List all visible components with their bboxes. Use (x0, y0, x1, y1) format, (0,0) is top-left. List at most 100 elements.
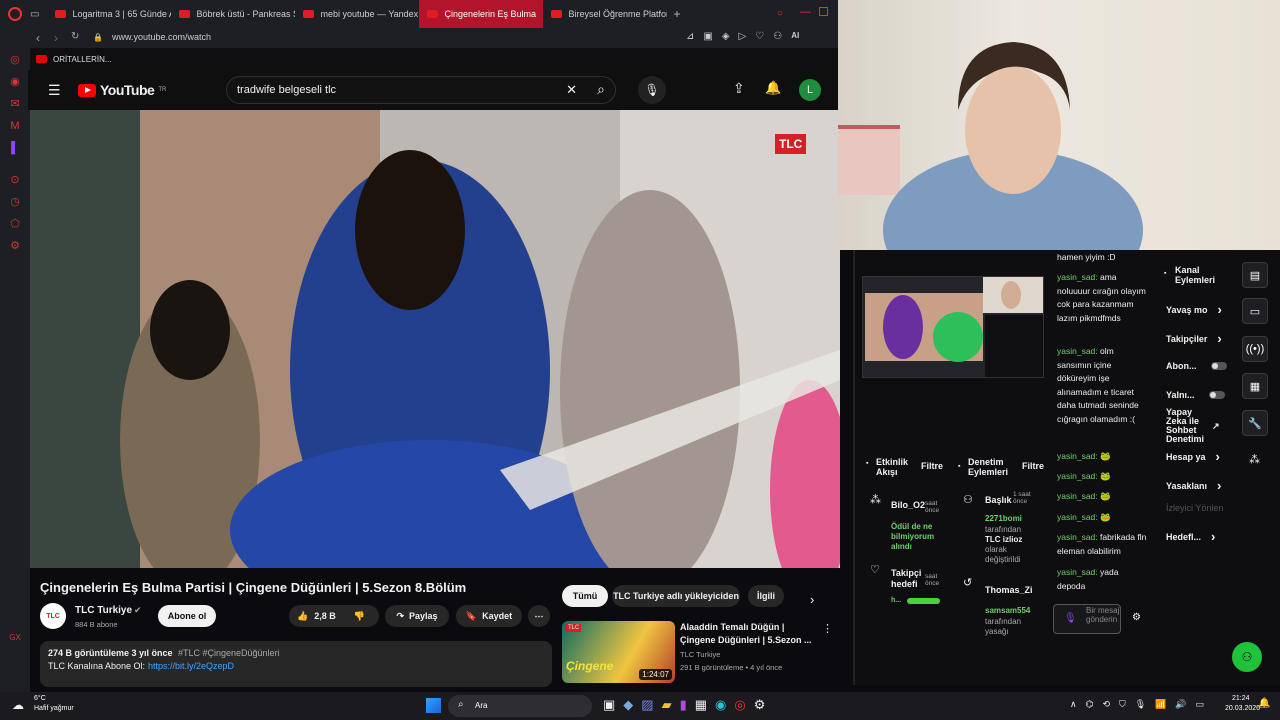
recommended-menu-icon[interactable]: ⋮ (822, 622, 833, 635)
maximize-icon[interactable] (819, 7, 828, 16)
channel-logo[interactable]: TLC (40, 603, 66, 629)
chat-username[interactable]: yasin_sad: (1057, 567, 1098, 577)
sidebar-whatsapp-icon[interactable]: ✉ (10, 98, 19, 110)
new-tab-button[interactable]: + (673, 7, 680, 21)
browser-tab[interactable]: Çingenelerin Eş Bulma (419, 0, 544, 28)
reload-icon[interactable]: ↻ (71, 31, 79, 42)
clock-time[interactable]: 21:24 (1232, 695, 1250, 702)
notes-icon[interactable]: ▤ (1242, 262, 1268, 288)
chat-username[interactable]: yasin_sad: (1057, 346, 1098, 356)
channel-action-item[interactable]: Hesap ya › (1166, 449, 1220, 464)
tab-list-icon[interactable]: ▭ (30, 9, 39, 20)
upload-icon[interactable]: ⇪ (733, 80, 745, 97)
video-player[interactable]: TLC (30, 110, 840, 568)
media-icon[interactable]: ▷ (739, 31, 747, 42)
channel-action-item[interactable]: Hedefl... › (1166, 529, 1215, 544)
chips-next-icon[interactable]: › (810, 592, 814, 607)
opera-gx-icon[interactable]: ◎ (734, 697, 745, 713)
clock-date[interactable]: 20.03.2026 (1225, 705, 1260, 712)
browser-tab[interactable]: Bireysel Öğrenme Platform (543, 0, 667, 28)
toggle-switch[interactable] (1208, 391, 1225, 399)
weather-icon[interactable]: ☁ (12, 698, 24, 712)
sidebar-more-icon[interactable]: GX (9, 632, 21, 644)
sidebar-settings-icon[interactable]: ⚙ (10, 240, 20, 252)
channel-action-item[interactable]: Takipçiler › (1166, 331, 1222, 346)
recommended-title-line2[interactable]: Çingene Düğünleri | 5.Sezon ... (680, 635, 812, 645)
sidebar-pin-icon[interactable]: ⬠ (10, 218, 20, 230)
copilot-icon[interactable]: ◆ (623, 697, 633, 713)
chat-mic-icon[interactable]: 🎙 (1064, 613, 1077, 624)
edge-icon[interactable]: ◉ (715, 697, 726, 713)
wifi-icon[interactable]: 📶 (1155, 699, 1166, 710)
share-button[interactable]: ↷ Paylaş (385, 605, 449, 627)
volume-icon[interactable]: 🔊 (1175, 699, 1186, 710)
back-icon[interactable]: ‹ (36, 31, 40, 45)
sidebar-mail-icon[interactable]: M (10, 120, 19, 132)
toggle-switch[interactable] (1210, 362, 1227, 370)
layout-icon[interactable]: ▦ (1242, 373, 1268, 399)
sidebar-history-icon[interactable]: ◷ (10, 196, 20, 208)
pin-icon[interactable]: ⊿ (686, 31, 694, 42)
browser-tab[interactable]: Logaritma 3 | 65 Günde A (47, 0, 171, 28)
browser-tab[interactable]: Böbrek üstü - Pankreas S (171, 0, 295, 28)
account-icon[interactable]: ⚇ (773, 31, 782, 42)
sidebar-twitch-icon[interactable]: ▌ (11, 142, 19, 154)
search-tabs-icon[interactable]: ○ (777, 8, 783, 19)
description-link[interactable]: https://bit.ly/2eQzepD (148, 661, 234, 671)
filter-chip[interactable]: İlgili (748, 585, 784, 607)
hashtags[interactable]: #TLC #ÇingeneDüğünleri (178, 648, 280, 658)
chat-settings-icon[interactable]: ⚙ (1132, 612, 1141, 623)
more-actions-button[interactable]: ⋯ (528, 605, 550, 627)
taskbar-search[interactable]: ⌕ Ara (448, 695, 592, 717)
browser-tab[interactable]: mebi youtube — Yandex (295, 0, 419, 28)
sidebar-telegram-icon[interactable]: ◉ (10, 76, 20, 88)
search-input[interactable]: tradwife belgeseli tlc ✕ ⌕ (226, 76, 616, 104)
channel-action-item[interactable]: Abon... (1166, 361, 1227, 371)
recommended-thumbnail[interactable]: TLC Çingene 1:24:07 (562, 621, 675, 683)
screenshot-icon[interactable]: ▣ (703, 31, 712, 42)
teams-icon[interactable]: ▨ (641, 697, 653, 713)
youtube-bookmark-icon[interactable] (36, 55, 47, 63)
chat-username[interactable]: yasin_sad: (1057, 512, 1098, 522)
chat-username[interactable]: yasin_sad: (1057, 272, 1098, 282)
notification-icon[interactable]: 🔔 (1258, 698, 1270, 709)
chat-username[interactable]: yasin_sad: (1057, 491, 1098, 501)
wrench-icon[interactable]: 🔧 (1242, 410, 1268, 436)
tray-expand-icon[interactable]: ∧ (1070, 699, 1077, 710)
url-field[interactable]: www.youtube.com/watch (112, 32, 211, 42)
channel-action-item[interactable]: Yavaş mo › (1166, 302, 1222, 317)
tray-shield-icon[interactable]: ⛉ (1119, 699, 1126, 710)
dislike-icon[interactable]: 👎 (354, 611, 365, 622)
activity-filter[interactable]: Filtre (921, 461, 943, 471)
search-icon[interactable]: ⌕ (597, 81, 605, 98)
youtube-logo[interactable]: YouTube TR (78, 82, 166, 98)
explorer-icon[interactable]: ▰ (662, 697, 672, 713)
chat-username[interactable]: yasin_sad: (1057, 532, 1098, 542)
mic-icon[interactable]: 🎙 (638, 76, 666, 104)
like-button[interactable]: 👍 2,8 B 👎 (289, 605, 379, 627)
notifications-icon[interactable]: 🔔 (765, 80, 781, 96)
channel-name[interactable]: TLC Turkiye (75, 605, 132, 616)
heart-icon[interactable]: ♡ (755, 31, 764, 42)
chat-icon[interactable]: ▭ (1242, 298, 1268, 324)
clear-search-icon[interactable]: ✕ (566, 82, 577, 98)
shield-icon[interactable]: ◈ (722, 31, 730, 42)
subscribe-button[interactable]: Abone ol (158, 605, 216, 627)
ai-button[interactable]: AI (791, 31, 799, 42)
tray-sync-icon[interactable]: ⟲ (1102, 699, 1110, 710)
save-button[interactable]: 🔖 Kaydet (456, 605, 522, 627)
channel-action-item[interactable]: Yasaklanı › (1166, 478, 1221, 493)
channel-action-item[interactable]: Yalnı... (1166, 390, 1225, 400)
sidebar-messenger-icon[interactable]: ◎ (10, 54, 20, 66)
extensions-icon[interactable]: ⁂ (1249, 453, 1260, 466)
filter-chip[interactable]: TLC Turkiye adlı yükleyiciden (612, 585, 740, 607)
battery-icon[interactable]: ▭ (1196, 699, 1205, 710)
forward-icon[interactable]: › (54, 31, 58, 45)
sidebar-player-icon[interactable]: ⊙ (10, 174, 19, 186)
broadcast-icon[interactable]: ((•)) (1242, 336, 1268, 362)
tray-mic-icon[interactable]: 🎙 (1135, 699, 1146, 710)
chat-username[interactable]: yasin_sad: (1057, 471, 1098, 481)
tray-app-icon[interactable]: ⌬ (1086, 699, 1094, 710)
mod-filter[interactable]: Filtre (1022, 461, 1044, 471)
go-live-button[interactable]: ⚇ (1232, 642, 1262, 672)
